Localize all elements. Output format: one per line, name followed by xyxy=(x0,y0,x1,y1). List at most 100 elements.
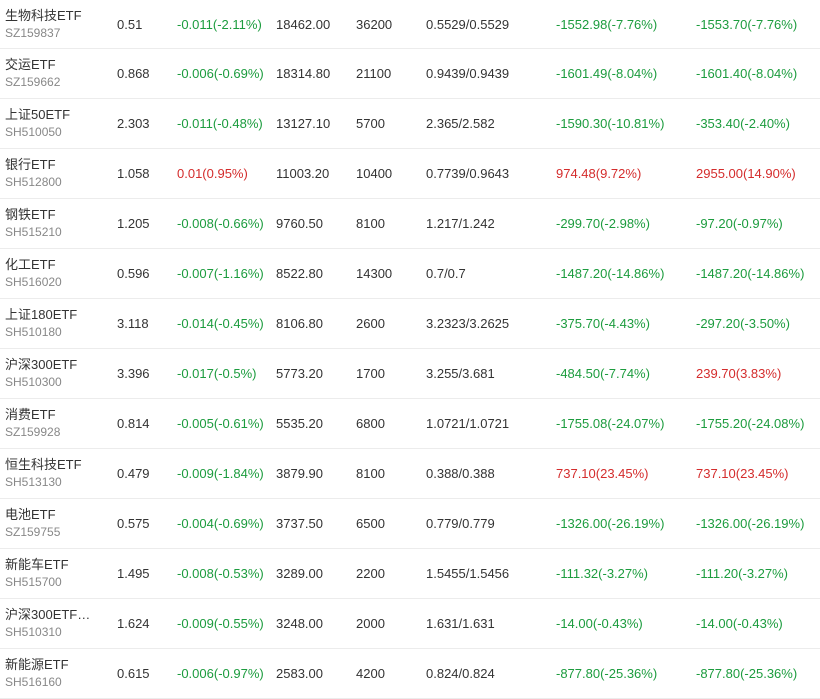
fund-code: SZ159837 xyxy=(5,26,61,40)
fund-code: SH516020 xyxy=(5,275,62,289)
fund-name[interactable]: 钢铁ETF xyxy=(5,206,56,224)
cost-cell: 0.5529/0.5529 xyxy=(426,17,510,32)
fund-name[interactable]: 新能源ETF xyxy=(5,656,69,674)
table-row[interactable]: 生物科技ETF SZ159837 0.51 -0.011(-2.11%) 184… xyxy=(0,0,820,49)
fund-name[interactable]: 上证50ETF xyxy=(5,106,70,124)
fund-name-cell[interactable]: 生物科技ETF SZ159837 xyxy=(5,0,82,49)
fund-code: SZ159755 xyxy=(5,525,61,539)
fund-name-cell[interactable]: 交运ETF SZ159662 xyxy=(5,49,60,98)
holdings-table: 生物科技ETF SZ159837 0.51 -0.011(-2.11%) 184… xyxy=(0,0,820,699)
fund-name-cell[interactable]: 电池ETF SZ159755 xyxy=(5,499,60,548)
shares-cell: 2000 xyxy=(356,616,385,631)
fund-name-cell[interactable]: 钢铁ETF SH515210 xyxy=(5,199,62,248)
fund-name[interactable]: 电池ETF xyxy=(5,506,56,524)
market-value-cell: 5535.20 xyxy=(276,416,323,431)
position-pnl-cell: -1487.20(-14.86%) xyxy=(556,266,665,281)
market-value-cell: 8522.80 xyxy=(276,266,323,281)
cost-cell: 0.7/0.7 xyxy=(426,266,466,281)
position-pnl-cell: 737.10(23.45%) xyxy=(556,466,649,481)
price-cell: 0.51 xyxy=(117,17,143,32)
table-row[interactable]: 银行ETF SH512800 1.058 0.01(0.95%) 11003.2… xyxy=(0,149,820,199)
table-row[interactable]: 上证180ETF SH510180 3.118 -0.014(-0.45%) 8… xyxy=(0,299,820,349)
price-cell: 0.814 xyxy=(117,416,150,431)
shares-cell: 2600 xyxy=(356,316,385,331)
total-pnl-cell: 737.10(23.45%) xyxy=(696,466,789,481)
fund-name-cell[interactable]: 沪深300ETF SH510300 xyxy=(5,349,77,398)
fund-name-cell[interactable]: 上证50ETF SH510050 xyxy=(5,99,70,148)
table-row[interactable]: 电池ETF SZ159755 0.575 -0.004(-0.69%) 3737… xyxy=(0,499,820,549)
fund-name-cell[interactable]: 消费ETF SZ159928 xyxy=(5,399,60,448)
cost-cell: 0.7739/0.9643 xyxy=(426,166,510,181)
table-row[interactable]: 化工ETF SH516020 0.596 -0.007(-1.16%) 8522… xyxy=(0,249,820,299)
cost-cell: 0.779/0.779 xyxy=(426,516,495,531)
table-row[interactable]: 消费ETF SZ159928 0.814 -0.005(-0.61%) 5535… xyxy=(0,399,820,449)
total-pnl-cell: -877.80(-25.36%) xyxy=(696,666,798,681)
fund-name-cell[interactable]: 新能车ETF SH515700 xyxy=(5,549,69,598)
total-pnl-cell: -14.00(-0.43%) xyxy=(696,616,783,631)
total-pnl-cell: -97.20(-0.97%) xyxy=(696,216,783,231)
table-row[interactable]: 交运ETF SZ159662 0.868 -0.006(-0.69%) 1831… xyxy=(0,49,820,99)
market-value-cell: 13127.10 xyxy=(276,116,331,131)
fund-name[interactable]: 化工ETF xyxy=(5,256,56,274)
table-row[interactable]: 沪深300ETF SH510300 3.396 -0.017(-0.5%) 57… xyxy=(0,349,820,399)
cost-cell: 0.824/0.824 xyxy=(426,666,495,681)
fund-code: SH510310 xyxy=(5,625,62,639)
position-pnl-cell: -1755.08(-24.07%) xyxy=(556,416,665,431)
table-row[interactable]: 新能源ETF SH516160 0.615 -0.006(-0.97%) 258… xyxy=(0,649,820,699)
table-row[interactable]: 上证50ETF SH510050 2.303 -0.011(-0.48%) 13… xyxy=(0,99,820,149)
fund-name-cell[interactable]: 沪深300ETF… SH510310 xyxy=(5,599,90,648)
shares-cell: 21100 xyxy=(356,66,392,81)
price-cell: 0.479 xyxy=(117,466,150,481)
total-pnl-cell: -353.40(-2.40%) xyxy=(696,116,790,131)
position-pnl-cell: -299.70(-2.98%) xyxy=(556,216,650,231)
market-value-cell: 2583.00 xyxy=(276,666,323,681)
fund-name-cell[interactable]: 银行ETF SH512800 xyxy=(5,149,62,198)
change-cell: -0.009(-1.84%) xyxy=(177,466,264,481)
shares-cell: 2200 xyxy=(356,566,385,581)
fund-name-cell[interactable]: 恒生科技ETF SH513130 xyxy=(5,449,82,498)
change-cell: -0.007(-1.16%) xyxy=(177,266,264,281)
fund-name[interactable]: 新能车ETF xyxy=(5,556,69,574)
total-pnl-cell: -111.20(-3.27%) xyxy=(696,566,789,581)
cost-cell: 1.631/1.631 xyxy=(426,616,495,631)
fund-name[interactable]: 生物科技ETF xyxy=(5,7,82,25)
price-cell: 2.303 xyxy=(117,116,150,131)
change-cell: -0.009(-0.55%) xyxy=(177,616,264,631)
fund-code: SZ159928 xyxy=(5,425,61,439)
fund-code: SH515700 xyxy=(5,575,62,589)
fund-name[interactable]: 上证180ETF xyxy=(5,306,77,324)
fund-name-cell[interactable]: 上证180ETF SH510180 xyxy=(5,299,77,348)
change-cell: -0.006(-0.69%) xyxy=(177,66,264,81)
price-cell: 3.396 xyxy=(117,366,150,381)
fund-name-cell[interactable]: 新能源ETF SH516160 xyxy=(5,649,69,698)
cost-cell: 0.9439/0.9439 xyxy=(426,66,510,81)
fund-name[interactable]: 沪深300ETF… xyxy=(5,606,90,624)
change-cell: -0.014(-0.45%) xyxy=(177,316,264,331)
total-pnl-cell: -1326.00(-26.19%) xyxy=(696,516,805,531)
cost-cell: 3.255/3.681 xyxy=(426,366,495,381)
total-pnl-cell: 239.70(3.83%) xyxy=(696,366,782,381)
fund-name[interactable]: 恒生科技ETF xyxy=(5,456,82,474)
table-row[interactable]: 沪深300ETF… SH510310 1.624 -0.009(-0.55%) … xyxy=(0,599,820,649)
fund-name-cell[interactable]: 化工ETF SH516020 xyxy=(5,249,62,298)
market-value-cell: 3289.00 xyxy=(276,566,323,581)
price-cell: 0.868 xyxy=(117,66,150,81)
cost-cell: 1.5455/1.5456 xyxy=(426,566,510,581)
fund-name[interactable]: 沪深300ETF xyxy=(5,356,77,374)
fund-name[interactable]: 交运ETF xyxy=(5,56,56,74)
market-value-cell: 3879.90 xyxy=(276,466,323,481)
fund-name[interactable]: 银行ETF xyxy=(5,156,56,174)
cost-cell: 0.388/0.388 xyxy=(426,466,495,481)
total-pnl-cell: 2955.00(14.90%) xyxy=(696,166,796,181)
fund-code: SH510050 xyxy=(5,125,62,139)
market-value-cell: 18314.80 xyxy=(276,66,331,81)
fund-name[interactable]: 消费ETF xyxy=(5,406,56,424)
change-cell: -0.008(-0.53%) xyxy=(177,566,264,581)
change-cell: -0.004(-0.69%) xyxy=(177,516,264,531)
table-row[interactable]: 新能车ETF SH515700 1.495 -0.008(-0.53%) 328… xyxy=(0,549,820,599)
table-row[interactable]: 钢铁ETF SH515210 1.205 -0.008(-0.66%) 9760… xyxy=(0,199,820,249)
shares-cell: 8100 xyxy=(356,466,385,481)
table-row[interactable]: 恒生科技ETF SH513130 0.479 -0.009(-1.84%) 38… xyxy=(0,449,820,499)
price-cell: 1.495 xyxy=(117,566,150,581)
change-cell: -0.011(-2.11%) xyxy=(177,17,262,32)
